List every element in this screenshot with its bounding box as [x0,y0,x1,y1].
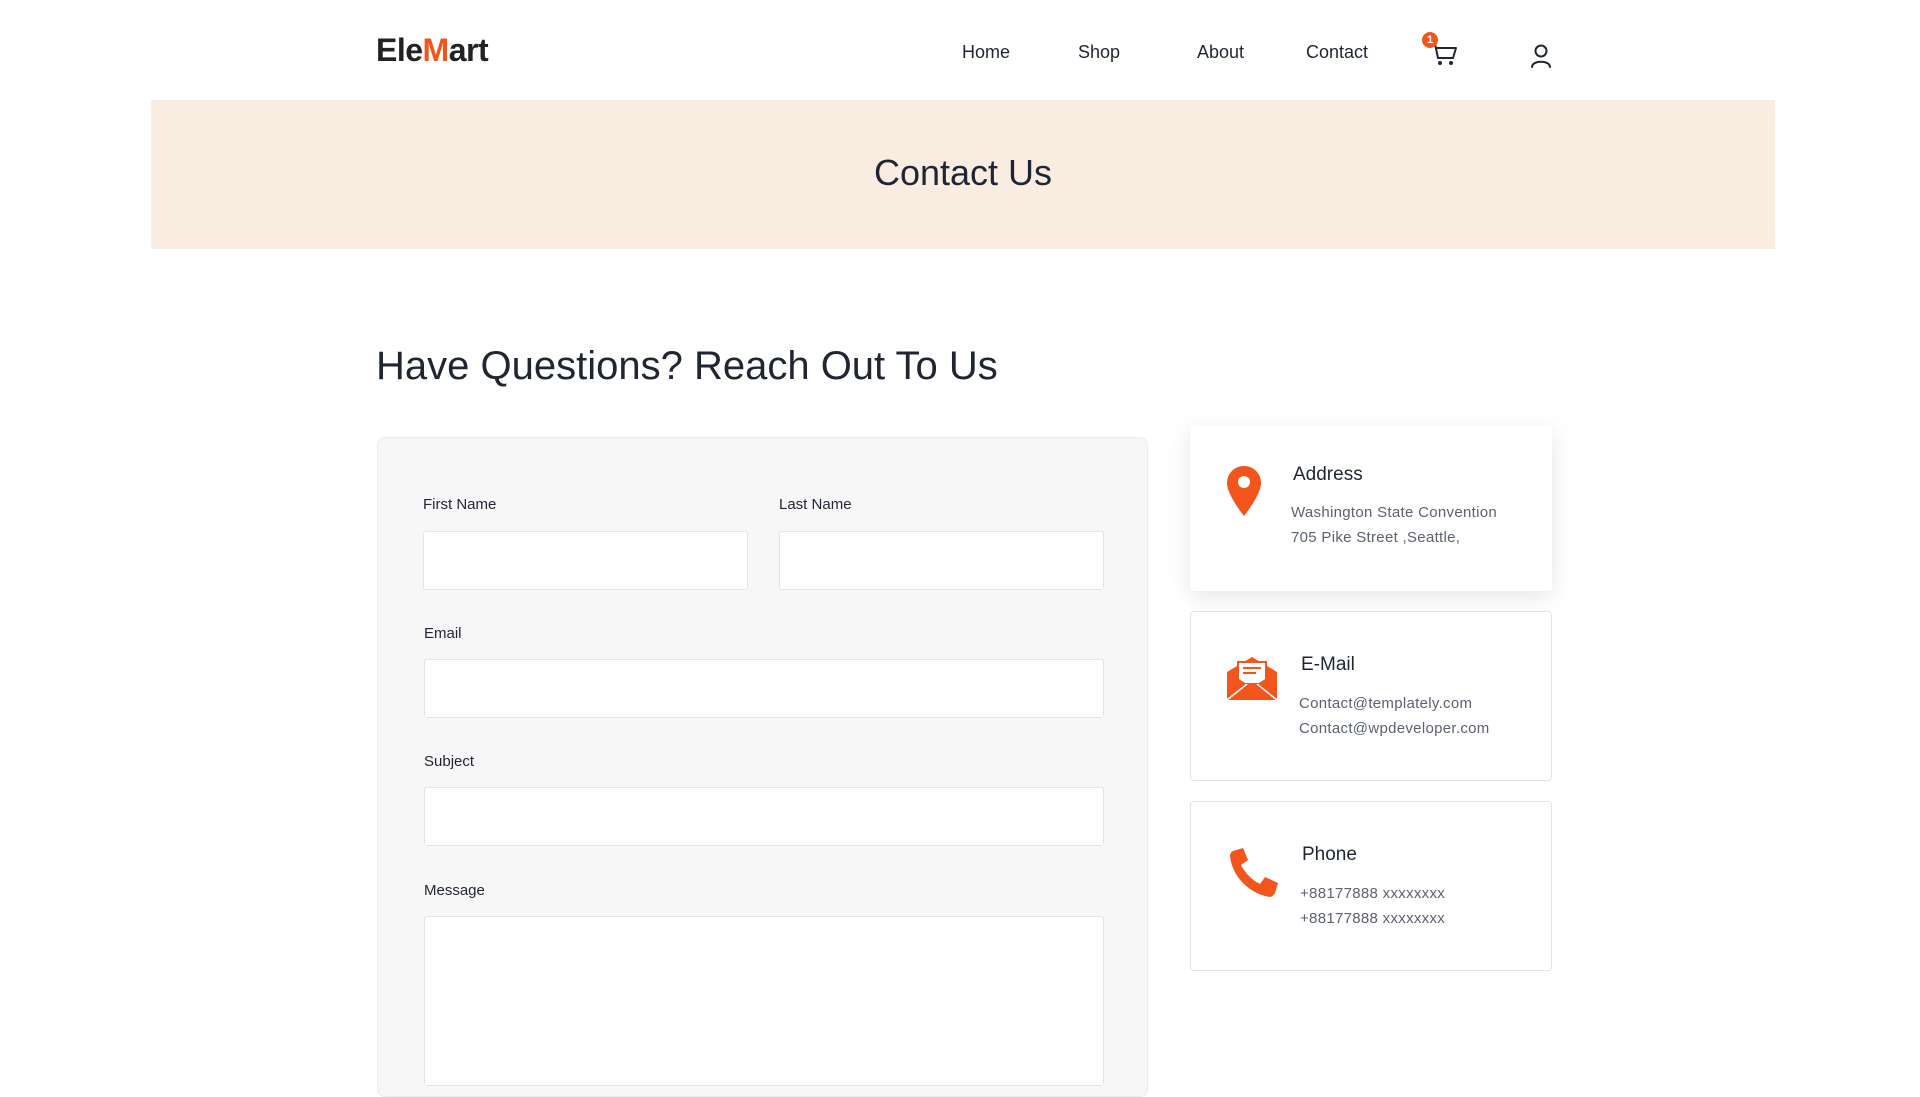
nav-contact-link[interactable]: Contact [1306,42,1368,62]
account-button[interactable] [1530,44,1552,73]
email-field[interactable] [424,659,1104,718]
user-icon [1531,44,1551,68]
map-pin-icon [1227,466,1261,516]
cart-button[interactable]: 1 [1422,32,1458,71]
address-line-1: Washington State Convention [1291,504,1498,521]
page-banner: Contact Us [151,100,1775,249]
logo-prefix: Ele [376,32,423,68]
address-title: Address [1293,464,1363,485]
phone-card: Phone +88177888 xxxxxxxx +88177888 xxxxx… [1190,801,1552,971]
last-name-field[interactable] [779,531,1104,590]
first-name-label: First Name [423,496,497,513]
cart-count-badge: 1 [1422,32,1438,48]
nav-shop-link[interactable]: Shop [1078,42,1120,62]
logo-suffix: art [448,32,489,68]
email-label: Email [424,625,462,642]
phone-line-1[interactable]: +88177888 xxxxxxxx [1300,885,1445,902]
section-heading: Have Questions? Reach Out To Us [376,344,998,388]
phone-icon [1230,848,1278,897]
email-line-1[interactable]: Contact@templately.com [1299,695,1472,712]
subject-label: Subject [424,753,475,770]
message-field[interactable] [424,916,1104,1086]
email-line-2[interactable]: Contact@wpdeveloper.com [1299,720,1490,737]
address-card: Address Washington State Convention 705 … [1190,425,1552,591]
page-title: Contact Us [873,152,1053,193]
email-title: E-Mail [1301,654,1355,675]
address-line-2: 705 Pike Street ,Seattle, [1291,529,1461,546]
site-header: EleMart Home Shop About Contact 1 [0,0,1920,100]
nav-contact[interactable]: Contact [1306,42,1368,63]
nav-home-link[interactable]: Home [962,42,1010,62]
phone-line-2[interactable]: +88177888 xxxxxxxx [1300,910,1445,927]
nav-home[interactable]: Home [962,42,1010,63]
phone-title: Phone [1302,844,1357,865]
nav-about-link[interactable]: About [1197,42,1244,62]
message-label: Message [424,882,485,899]
last-name-label: Last Name [779,496,852,513]
logo-mark: M [422,32,450,68]
contact-form: First Name Last Name Email Subject Messa… [377,437,1148,1097]
nav-shop[interactable]: Shop [1078,42,1120,63]
email-card: E-Mail Contact@templately.com Contact@wp… [1190,611,1552,781]
envelope-icon [1226,657,1278,701]
first-name-field[interactable] [423,531,748,590]
subject-field[interactable] [424,787,1104,846]
site-logo[interactable]: EleMart [376,32,489,69]
nav-about[interactable]: About [1197,42,1244,63]
